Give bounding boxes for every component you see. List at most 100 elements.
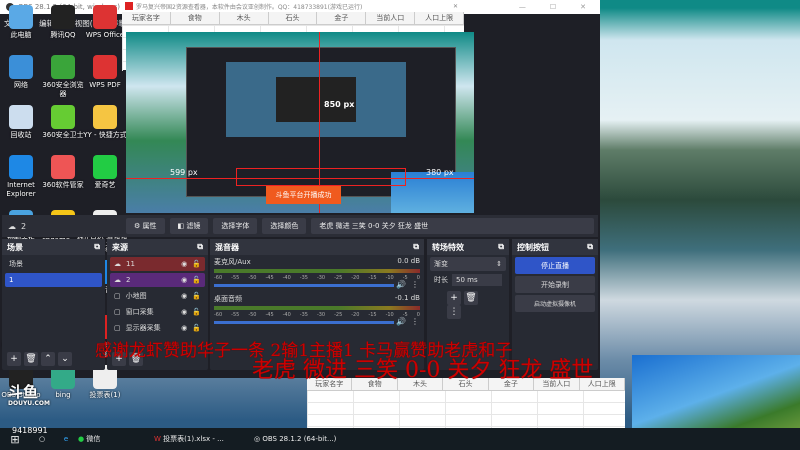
start-recording-button[interactable]: 开始录制 bbox=[515, 276, 595, 293]
close-icon[interactable]: ✕ bbox=[580, 3, 586, 11]
eye-icon[interactable]: ◉ bbox=[181, 308, 187, 316]
text-input[interactable]: 老虎 微进 三笑 0-0 关夕 狂龙 盛世 bbox=[311, 218, 594, 234]
scene-item[interactable]: 1 bbox=[5, 273, 102, 287]
meter-ticks: -60 -55 -50 -45 -40 -35 -30 -25 -20 -15 -10 -5 0 bbox=[214, 275, 420, 281]
window-title: 罗马复兴帝国2资源查看器，本软件由会议亚创制作。QQ：418733891(游戏已… bbox=[136, 3, 363, 11]
overlay-text-line2: 老虎 微进 三笑 0-0 关夕 狂龙 盛世 bbox=[252, 358, 594, 383]
close-icon[interactable]: ✕ bbox=[453, 3, 458, 10]
icon-label: 360安全浏览器 bbox=[42, 81, 84, 98]
icon-label: WPS Office bbox=[85, 31, 125, 39]
capture-source-icon: ▢ bbox=[114, 292, 121, 300]
chevron-up-icon[interactable]: ⌃ bbox=[41, 352, 55, 366]
column-header[interactable]: 木头 bbox=[220, 12, 269, 24]
source-item[interactable]: ☁ 11 ◉ 🔓 bbox=[110, 257, 205, 271]
duration-input[interactable]: 50 ms bbox=[452, 274, 502, 286]
undock-icon[interactable]: ⧉ bbox=[197, 242, 203, 252]
desktop-icon[interactable]: 此电脑 bbox=[0, 5, 44, 40]
lock-icon[interactable]: 🔓 bbox=[192, 292, 201, 300]
width-label: 850 px bbox=[324, 100, 355, 109]
source-item[interactable]: ▢ 显示器采集 ◉ 🔓 bbox=[110, 321, 205, 335]
desktop-icon[interactable]: 360安全浏览器 bbox=[40, 55, 86, 99]
taskbar: ⊞ ○ e ● 微信 W 投票表(1).xlsx - ... ◎ OBS 28.… bbox=[0, 428, 800, 450]
undock-icon[interactable]: ⧉ bbox=[94, 242, 100, 252]
more-icon[interactable]: ⋮ bbox=[411, 280, 419, 289]
search-icon[interactable]: ○ bbox=[30, 435, 54, 443]
more-icon[interactable]: ⋮ bbox=[411, 317, 419, 326]
column-header[interactable]: 人口上限 bbox=[415, 12, 465, 24]
eye-icon[interactable]: ◉ bbox=[181, 276, 187, 284]
preview-canvas[interactable]: 850 px 599 px 380 px 斗鱼平台开播成功 bbox=[126, 32, 474, 213]
undock-icon[interactable]: ⧉ bbox=[413, 242, 419, 252]
ie-icon[interactable]: e bbox=[54, 435, 78, 443]
app-icon bbox=[51, 105, 75, 129]
maximize-icon[interactable]: ☐ bbox=[550, 3, 556, 11]
eye-icon[interactable]: ◉ bbox=[181, 324, 187, 332]
stop-streaming-button[interactable]: 停止直播 bbox=[515, 257, 595, 274]
trash-icon[interactable]: 🗑 bbox=[24, 352, 38, 366]
taskbar-item-wechat[interactable]: ● 微信 bbox=[78, 434, 148, 444]
scenes-header: 场景 bbox=[9, 260, 23, 268]
minimize-icon[interactable]: — bbox=[519, 3, 526, 11]
icon-label: WPS PDF bbox=[89, 81, 121, 89]
scenes-dock: 场景 ⧉ 场景 1 + 🗑 ⌃ ⌄ bbox=[2, 239, 105, 370]
desktop-icon[interactable]: 网络 bbox=[0, 55, 44, 90]
desktop-icon[interactable]: YY - 快捷方式 bbox=[82, 105, 128, 140]
volume-meter bbox=[214, 269, 420, 273]
taskbar-item-spreadsheet[interactable]: W 投票表(1).xlsx - ... bbox=[154, 434, 254, 444]
source-item[interactable]: ☁ 2 ◉ 🔓 bbox=[110, 273, 205, 287]
transition-select[interactable]: 渐变 ⇕ bbox=[430, 257, 506, 271]
icon-label: 此电脑 bbox=[10, 31, 32, 39]
app-icon bbox=[9, 155, 33, 179]
lock-icon[interactable]: 🔓 bbox=[192, 324, 201, 332]
desktop-icon[interactable]: Internet Explorer bbox=[0, 155, 44, 199]
start-virtual-camera-button[interactable]: 启动虚拟摄像机 bbox=[515, 295, 595, 312]
filters-button[interactable]: ◧ 滤镜 bbox=[169, 218, 209, 234]
lock-icon[interactable]: 🔓 bbox=[192, 260, 201, 268]
column-header[interactable]: 食物 bbox=[171, 12, 220, 24]
text-source-icon: ☁ bbox=[114, 260, 121, 268]
add-icon[interactable]: + bbox=[447, 291, 461, 305]
undock-icon[interactable]: ⧉ bbox=[498, 242, 504, 252]
selected-source-name: 2 bbox=[21, 221, 27, 231]
desktop-icon[interactable]: 回收站 bbox=[0, 105, 44, 140]
select-font-button[interactable]: 选择字体 bbox=[213, 218, 258, 234]
trash-icon[interactable]: 🗑 bbox=[464, 291, 478, 305]
taskbar-item-obs[interactable]: ◎ OBS 28.1.2 (64-bit...) bbox=[254, 435, 354, 443]
desktop-icon[interactable]: 360安全卫士 bbox=[40, 105, 86, 140]
more-icon[interactable]: ⋮ bbox=[447, 305, 461, 319]
select-color-button[interactable]: 选择颜色 bbox=[262, 218, 307, 234]
mixer-channel: 桌面音频 -0.1 dB -60 -55 -50 -45 -40 -35 -30 -25 -20 -1… bbox=[210, 292, 424, 329]
lock-icon[interactable]: 🔓 bbox=[192, 276, 201, 284]
controls-dock: 控制按钮 ⧉ 停止直播 开始录制 启动虚拟摄像机 bbox=[512, 239, 598, 370]
speaker-icon[interactable]: 🔊 bbox=[396, 317, 406, 326]
column-header[interactable]: 石头 bbox=[269, 12, 318, 24]
column-header[interactable]: 玩家名字 bbox=[122, 12, 171, 24]
lock-icon[interactable]: 🔓 bbox=[192, 308, 201, 316]
app-icon bbox=[9, 5, 33, 29]
icon-label: 360安全卫士 bbox=[42, 131, 84, 139]
dock-title: 场景 bbox=[7, 242, 23, 252]
eye-icon[interactable]: ◉ bbox=[181, 292, 187, 300]
volume-slider[interactable] bbox=[214, 284, 394, 287]
add-icon[interactable]: + bbox=[7, 352, 21, 366]
source-item[interactable]: ▢ 窗口采集 ◉ 🔓 bbox=[110, 305, 205, 319]
desktop-icon[interactable]: 投票表(1) bbox=[82, 365, 128, 400]
desktop-icon[interactable]: 爱奇艺 bbox=[82, 155, 128, 190]
column-header[interactable]: 金子 bbox=[317, 12, 367, 24]
volume-slider[interactable] bbox=[214, 321, 394, 324]
column-header[interactable]: 当前人口 bbox=[366, 12, 416, 24]
undock-icon[interactable]: ⧉ bbox=[587, 242, 593, 252]
chevron-down-icon[interactable]: ⌄ bbox=[58, 352, 72, 366]
dock-title: 转场特效 bbox=[432, 242, 464, 252]
icon-label: 360软件管家 bbox=[42, 181, 84, 189]
icon-label: 网络 bbox=[14, 81, 28, 89]
app-icon bbox=[93, 155, 117, 179]
app-icon bbox=[51, 155, 75, 179]
meter-ticks: -60 -55 -50 -45 -40 -35 -30 -25 -20 -15 -10 -5 0 bbox=[214, 312, 420, 318]
eye-icon[interactable]: ◉ bbox=[181, 260, 187, 268]
speaker-icon[interactable]: 🔊 bbox=[396, 280, 406, 289]
properties-button[interactable]: ⚙ 属性 bbox=[126, 218, 165, 234]
source-item[interactable]: ▢ 小地图 ◉ 🔓 bbox=[110, 289, 205, 303]
desktop-icon[interactable]: 360软件管家 bbox=[40, 155, 86, 190]
desktop-icon[interactable]: 腾讯QQ bbox=[40, 5, 86, 40]
